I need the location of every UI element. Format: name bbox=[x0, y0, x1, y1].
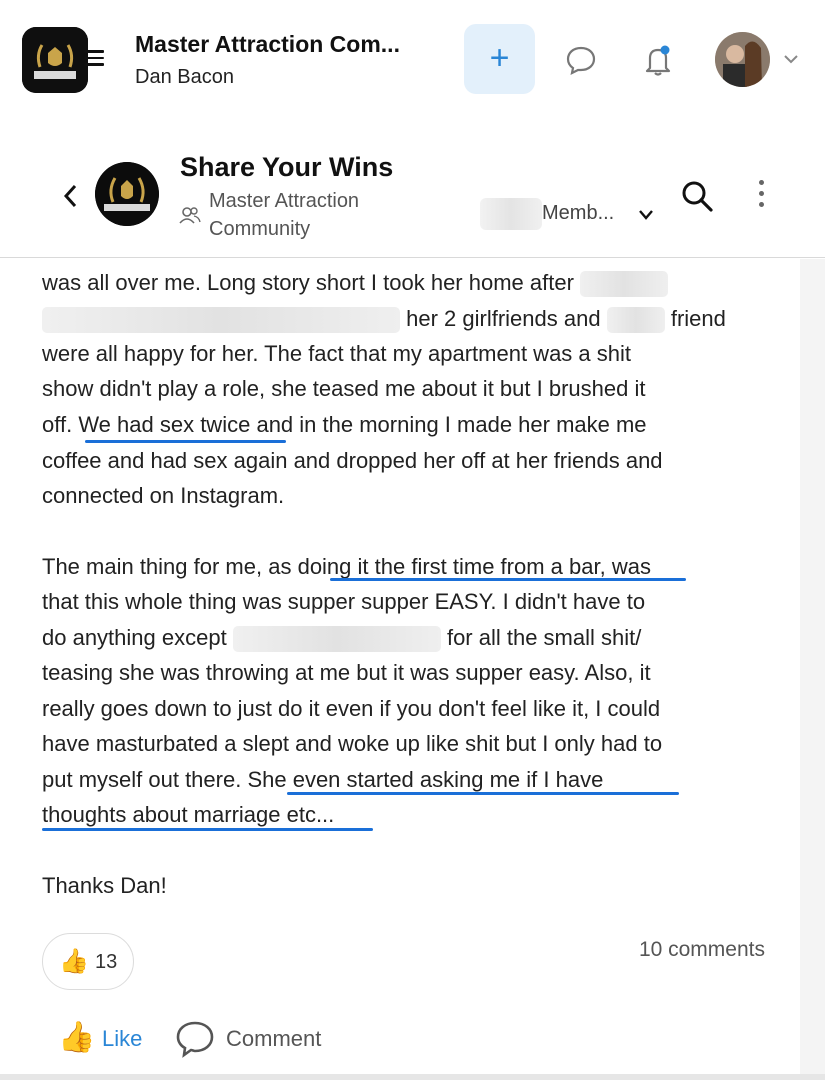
more-options-icon[interactable] bbox=[755, 180, 767, 210]
like-label: Like bbox=[102, 1026, 143, 1051]
highlighted-text: We had sex twice bbox=[78, 412, 251, 437]
chevron-down-icon[interactable] bbox=[636, 208, 656, 222]
back-arrow-icon[interactable] bbox=[60, 182, 82, 210]
post-text-line: Thanks Dan! bbox=[42, 873, 167, 898]
search-icon[interactable] bbox=[680, 179, 714, 213]
comments-count-link[interactable]: 10 comments bbox=[639, 938, 765, 962]
comment-label: Comment bbox=[226, 1026, 322, 1051]
chat-bubble-icon[interactable] bbox=[565, 44, 597, 76]
highlight-underline bbox=[330, 578, 686, 581]
highlight-underline bbox=[42, 828, 373, 831]
highlighted-text: She even started asking me if I have bbox=[247, 767, 604, 792]
post-text-line: coffee and had sex again and dropped her… bbox=[42, 448, 663, 473]
post-text-line: do anything except for all the small shi… bbox=[42, 620, 641, 656]
top-bar: Master Attraction Com... Dan Bacon + bbox=[0, 0, 825, 120]
comment-bubble-icon bbox=[176, 1021, 214, 1058]
post-text-line: show didn't play a role, she teased me a… bbox=[42, 376, 646, 401]
post-text-line: that this whole thing was supper supper … bbox=[42, 589, 646, 614]
app-subtitle: Dan Bacon bbox=[135, 66, 234, 88]
comment-button[interactable]: Comment bbox=[175, 1018, 355, 1062]
laurel-crest-icon bbox=[22, 27, 88, 93]
channel-logo bbox=[95, 162, 159, 226]
thumbs-up-icon: 👍 bbox=[59, 948, 89, 975]
post-text-line: teasing she was throwing at me but it wa… bbox=[42, 660, 651, 685]
create-button[interactable]: + bbox=[464, 24, 535, 94]
channel-title: Share Your Wins bbox=[180, 152, 394, 182]
channel-subtitle[interactable]: Master Attraction Community bbox=[209, 187, 409, 243]
post-text-line: have masturbated a slept and woke up lik… bbox=[42, 731, 663, 756]
post-text-line: really goes down to just do it even if y… bbox=[42, 696, 661, 721]
hamburger-menu-icon[interactable] bbox=[84, 50, 104, 68]
post-text-line: connected on Instagram. bbox=[42, 483, 285, 508]
reaction-count-button[interactable]: 👍 13 bbox=[42, 933, 134, 990]
divider bbox=[0, 1074, 825, 1080]
people-icon bbox=[179, 207, 201, 224]
redacted-area bbox=[480, 198, 542, 230]
members-dropdown[interactable]: Memb... bbox=[542, 202, 614, 225]
chevron-down-icon[interactable] bbox=[781, 51, 801, 67]
community-logo[interactable] bbox=[22, 27, 88, 93]
scrollbar-track[interactable] bbox=[800, 259, 825, 1080]
post-text-line: her 2 girlfriends and friend bbox=[42, 301, 726, 337]
post-text-line: were all happy for her. The fact that my… bbox=[42, 341, 631, 366]
laurel-crest-icon bbox=[95, 162, 159, 226]
user-avatar[interactable] bbox=[715, 32, 770, 87]
highlight-underline bbox=[287, 792, 679, 795]
highlighted-text: doing it the first time from a bar, bbox=[297, 554, 606, 579]
reaction-count: 13 bbox=[95, 951, 118, 973]
post-text-line: was all over me. Long story short I took… bbox=[42, 265, 669, 301]
bell-icon[interactable] bbox=[641, 42, 675, 78]
channel-header: Share Your Wins Master Attraction Commun… bbox=[0, 130, 825, 258]
thumbs-up-icon: 👍 bbox=[58, 1021, 96, 1054]
post-text-line: off. We had sex twice and in the morning… bbox=[42, 412, 647, 437]
app-title[interactable]: Master Attraction Com... bbox=[135, 31, 400, 58]
